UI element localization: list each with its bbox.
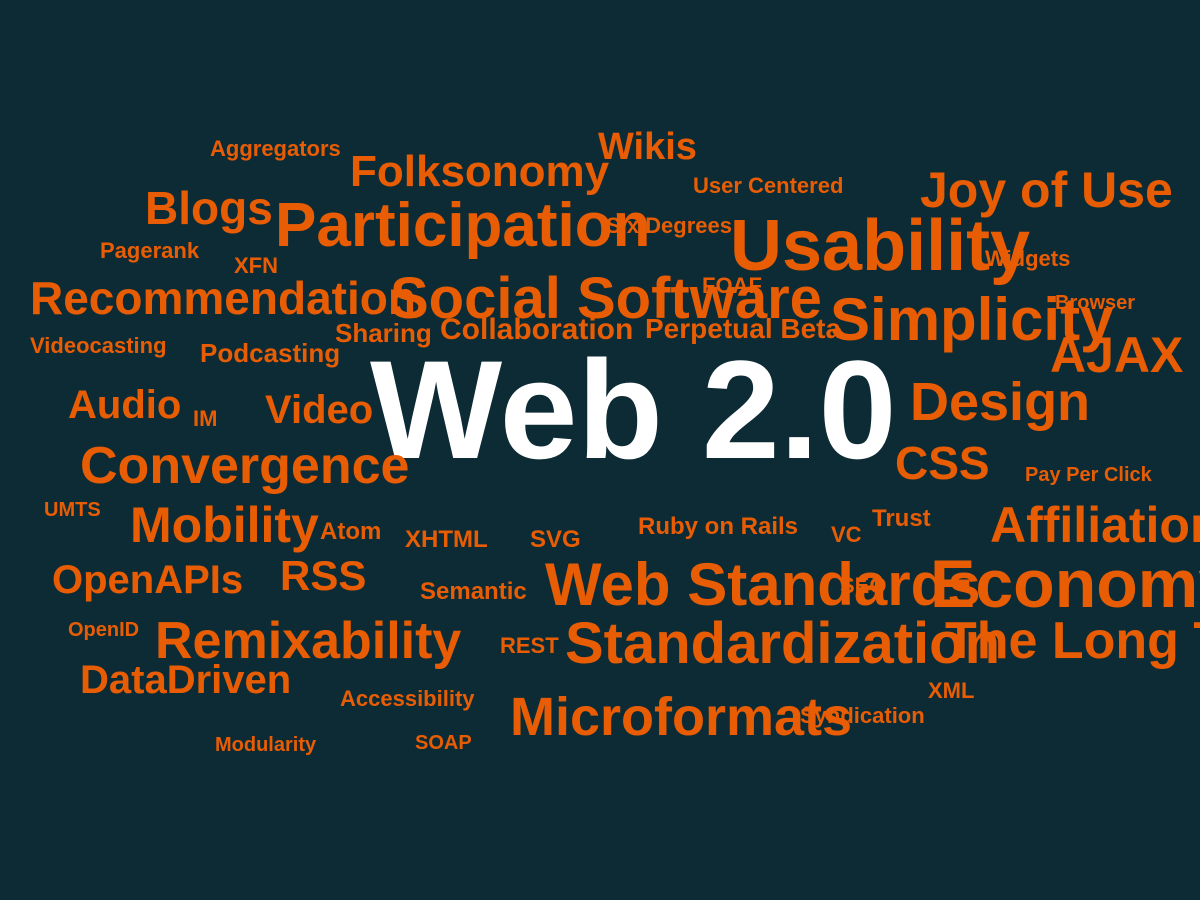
word-the-long-tail: The Long Tail — [945, 615, 1200, 667]
word-perpetual-beta: Perpetual Beta — [645, 315, 841, 343]
word-aggregators: Aggregators — [210, 138, 341, 160]
word-wikis: Wikis — [598, 128, 697, 166]
word-openapis: OpenAPIs — [52, 560, 243, 600]
word-participation: Participation — [275, 195, 651, 257]
word-xfn: XFN — [234, 255, 278, 277]
word-blogs: Blogs — [145, 185, 273, 231]
word-cloud: Web 2.0UsabilityParticipationSocial Soft… — [0, 0, 1200, 900]
word-mobility: Mobility — [130, 500, 319, 550]
word-im: IM — [193, 408, 217, 430]
word-foaf: FOAF — [702, 275, 762, 297]
word-design: Design — [910, 375, 1090, 429]
word-semantic: Semantic — [420, 580, 527, 604]
word-ruby-on-rails: Ruby on Rails — [638, 515, 798, 539]
word-browser: Browser — [1055, 293, 1135, 313]
word-web20: Web 2.0 — [370, 340, 897, 480]
word-syndication: Syndication — [800, 705, 925, 727]
word-six-degrees: Six Degrees — [606, 215, 732, 237]
word-ajax: AJAX — [1050, 330, 1183, 380]
word-css: CSS — [895, 440, 990, 486]
word-pay-per-click: Pay Per Click — [1025, 465, 1152, 485]
word-user-centered: User Centered — [693, 175, 843, 197]
word-seo: SEO — [840, 575, 886, 597]
word-modularity: Modularity — [215, 735, 316, 755]
word-xhtml: XHTML — [405, 528, 488, 552]
word-vc: VC — [831, 524, 862, 546]
word-soap: SOAP — [415, 733, 472, 753]
word-pagerank: Pagerank — [100, 240, 199, 262]
word-svg: SVG — [530, 528, 581, 552]
word-audio: Audio — [68, 385, 181, 425]
word-videocasting: Videocasting — [30, 335, 167, 357]
word-web-standards: Web Standards — [545, 555, 981, 615]
word-joy-of-use: Joy of Use — [920, 165, 1173, 215]
word-video: Video — [265, 390, 373, 430]
word-trust: Trust — [872, 507, 931, 531]
word-openid: OpenID — [68, 620, 139, 640]
word-standardization: Standardization — [565, 615, 1000, 673]
word-sharing: Sharing — [335, 320, 432, 346]
word-xml: XML — [928, 680, 974, 702]
word-podcasting: Podcasting — [200, 340, 340, 366]
word-rss: RSS — [280, 555, 366, 597]
word-collaboration: Collaboration — [440, 315, 633, 345]
word-rest: REST — [500, 635, 559, 657]
word-recommendation: Recommendation — [30, 275, 416, 321]
word-affiliation: Affiliation — [990, 500, 1200, 550]
word-datadriven: DataDriven — [80, 660, 291, 700]
word-accessibility: Accessibility — [340, 688, 475, 710]
word-atom: Atom — [320, 520, 381, 544]
word-folksonomy: Folksonomy — [350, 150, 609, 194]
word-umts: UMTS — [44, 500, 101, 520]
word-convergence: Convergence — [80, 440, 409, 492]
word-widgets: Widgets — [985, 248, 1070, 270]
